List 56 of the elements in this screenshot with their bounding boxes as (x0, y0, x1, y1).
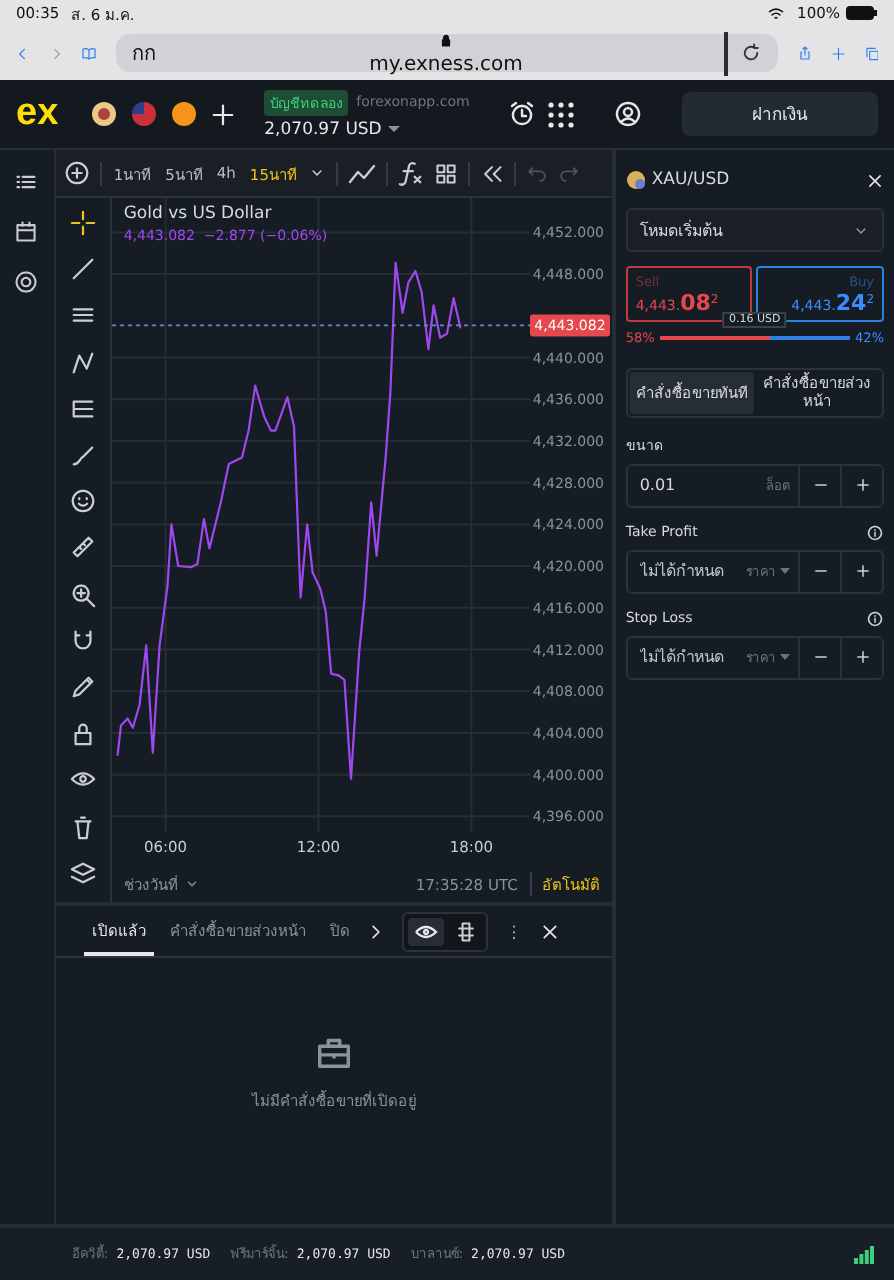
plus-icon[interactable] (853, 648, 871, 667)
pattern-icon[interactable] (69, 349, 96, 376)
logo[interactable]: ex (16, 92, 59, 136)
magnet-icon[interactable] (69, 627, 96, 654)
eye-icon[interactable] (407, 917, 444, 945)
ruler-icon[interactable] (69, 534, 96, 561)
smiley-icon[interactable] (69, 488, 96, 515)
chart-title: Gold vs US Dollar (123, 204, 274, 224)
line-chart-icon[interactable] (348, 159, 377, 187)
text-size-button[interactable]: กก (132, 38, 157, 68)
trash-icon[interactable] (69, 813, 96, 840)
currency-icon[interactable] (170, 100, 199, 128)
fibonacci-icon[interactable] (69, 395, 96, 422)
url: my.exness.com (369, 53, 523, 75)
symbol-name: XAU/USD (651, 170, 730, 190)
currency-icon[interactable] (90, 100, 119, 128)
brush-icon[interactable] (69, 442, 96, 469)
caret-icon[interactable] (308, 164, 327, 182)
profile-icon[interactable] (614, 100, 642, 128)
calendar-icon[interactable] (14, 220, 39, 244)
plus-icon[interactable] (853, 476, 871, 495)
apps-grid-icon[interactable] (548, 101, 574, 127)
lock-icon (438, 31, 455, 47)
layout-icon[interactable] (434, 161, 459, 185)
caret-icon (780, 567, 790, 576)
close-icon[interactable] (866, 171, 884, 189)
info-icon[interactable] (866, 609, 884, 628)
add-indicator-icon[interactable] (63, 160, 90, 186)
deposit-button[interactable]: ฝากเงิน (682, 92, 878, 136)
mode-dropdown[interactable]: โหมดเริ่มต้น (625, 208, 884, 252)
alarm-icon[interactable] (508, 100, 536, 128)
list-icon[interactable] (14, 170, 39, 194)
lock-icon[interactable] (69, 720, 96, 747)
caret-icon[interactable] (183, 876, 200, 892)
rewind-icon[interactable] (480, 161, 505, 185)
volume-input[interactable]: 0.01 (627, 476, 758, 495)
balance-dropdown[interactable]: 2,070.97 USD (264, 119, 470, 139)
trend-line-icon[interactable] (69, 256, 96, 283)
info-icon[interactable] (866, 523, 884, 542)
address-bar[interactable]: กก my.exness.com (116, 34, 779, 72)
signal-icon (854, 1245, 874, 1263)
caret-icon (780, 653, 790, 662)
zoom-in-icon[interactable] (69, 581, 96, 608)
wifi-icon (765, 4, 786, 22)
function-icon[interactable] (398, 160, 425, 186)
plus-icon[interactable] (210, 101, 237, 127)
layers-icon[interactable] (69, 859, 96, 886)
battery-icon (846, 6, 878, 20)
coin-icon (625, 170, 646, 190)
settings-icon[interactable] (14, 270, 39, 294)
crosshair-icon[interactable] (69, 210, 96, 236)
close-icon[interactable] (539, 921, 560, 941)
caret-icon (387, 125, 400, 133)
pencil-icon[interactable] (69, 674, 96, 701)
reload-icon[interactable] (740, 42, 763, 64)
plus-icon[interactable] (853, 562, 871, 581)
